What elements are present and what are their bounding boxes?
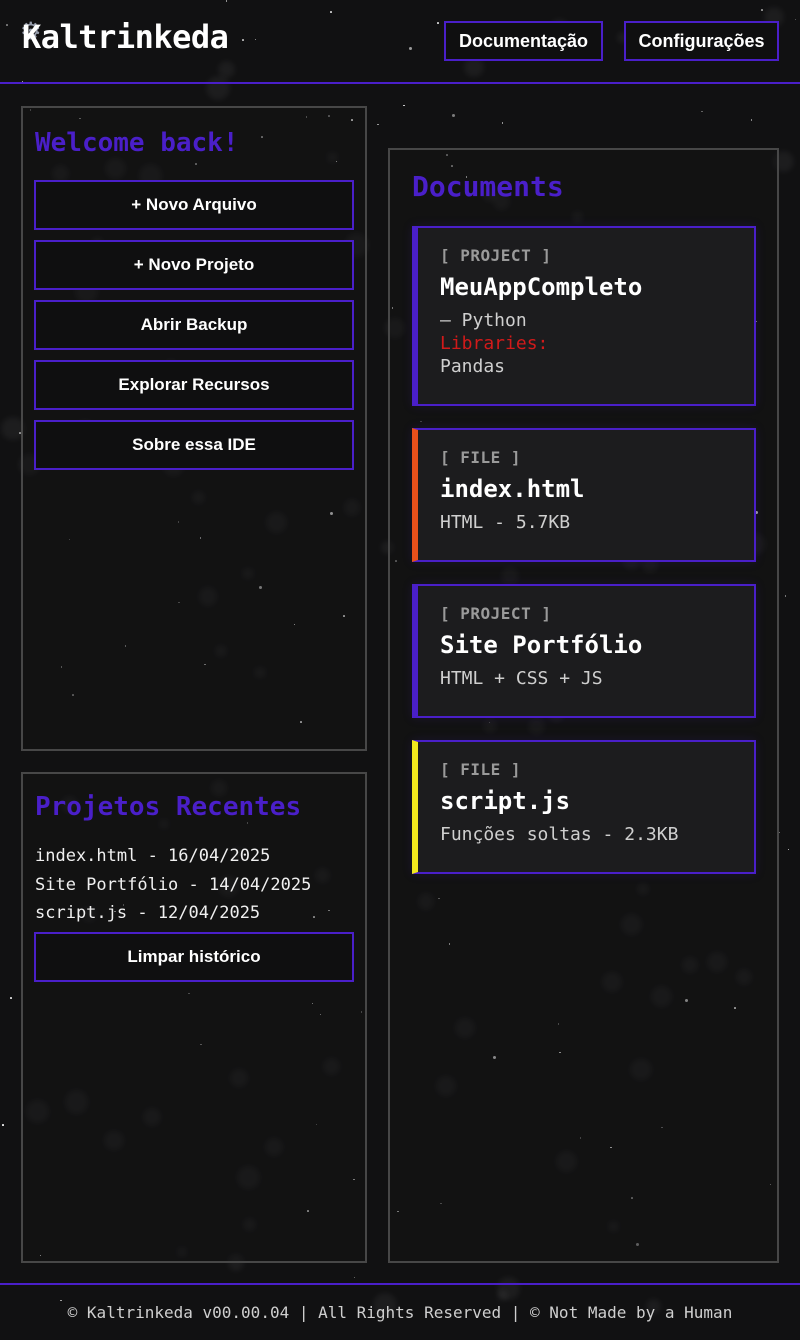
star-dot	[403, 104, 405, 107]
documentation-button[interactable]: Documentação	[444, 21, 603, 61]
settings-button[interactable]: Configurações	[624, 21, 779, 61]
card-type-tag: [ PROJECT ]	[440, 246, 552, 265]
document-card-meuappcompleto[interactable]: [ PROJECT ] MeuAppCompleto — Python Libr…	[412, 226, 756, 406]
star-dot	[701, 110, 703, 113]
star-dot	[2, 1124, 4, 1126]
app-title: Kaltrinkeda	[22, 18, 229, 56]
documents-title: Documents	[412, 170, 564, 203]
star-dot	[10, 997, 12, 999]
card-title: index.html	[440, 475, 585, 503]
star-dot	[452, 113, 456, 117]
recent-projects-panel: Projetos Recentes index.html - 16/04/202…	[21, 772, 367, 1263]
star-dot	[377, 123, 379, 126]
star-dot	[353, 1276, 356, 1279]
document-card-index-html[interactable]: [ FILE ] index.html HTML - 5.7KB	[412, 428, 756, 562]
card-libraries: Pandas	[440, 356, 506, 377]
recent-project-item[interactable]: script.js - 12/04/2025	[35, 899, 311, 928]
welcome-title: Welcome back!	[35, 128, 239, 158]
card-description: — Python Libraries: Pandas	[440, 309, 754, 378]
documents-panel: Documents [ PROJECT ] MeuAppCompleto — P…	[388, 148, 779, 1263]
new-project-button[interactable]: + Novo Projeto	[34, 240, 354, 290]
star-dot	[778, 831, 781, 834]
card-type-tag: [ FILE ]	[440, 760, 522, 779]
welcome-panel: Welcome back! + Novo Arquivo + Novo Proj…	[21, 106, 367, 751]
about-ide-button[interactable]: Sobre essa IDE	[34, 420, 354, 470]
card-title: script.js	[440, 787, 571, 815]
star-dot	[784, 595, 787, 597]
new-file-button[interactable]: + Novo Arquivo	[34, 180, 354, 230]
card-title: Site Portfólio	[440, 631, 643, 659]
explore-resources-button[interactable]: Explorar Recursos	[34, 360, 354, 410]
star-dot	[501, 122, 504, 124]
card-language: — Python	[440, 310, 527, 331]
card-type-tag: [ FILE ]	[440, 448, 522, 467]
app-root: ⚙ Kaltrinkeda Documentação Configurações…	[0, 0, 800, 1340]
card-description: Funções soltas - 2.3KB	[440, 824, 679, 845]
card-type-tag: [ PROJECT ]	[440, 604, 552, 623]
star-dot	[787, 848, 790, 851]
card-title: MeuAppCompleto	[440, 273, 643, 301]
top-header: ⚙ Kaltrinkeda Documentação Configurações	[0, 0, 800, 84]
recent-projects-list: index.html - 16/04/2025 Site Portfólio -…	[35, 842, 311, 928]
recent-project-item[interactable]: index.html - 16/04/2025	[35, 842, 311, 871]
card-description: HTML - 5.7KB	[440, 512, 571, 533]
recent-project-item[interactable]: Site Portfólio - 14/04/2025	[35, 871, 311, 900]
card-description: HTML + CSS + JS	[440, 668, 603, 689]
document-card-script-js[interactable]: [ FILE ] script.js Funções soltas - 2.3K…	[412, 740, 756, 874]
document-card-site-portfolio[interactable]: [ PROJECT ] Site Portfólio HTML + CSS + …	[412, 584, 756, 718]
open-backup-button[interactable]: Abrir Backup	[34, 300, 354, 350]
clear-history-button[interactable]: Limpar histórico	[34, 932, 354, 982]
recent-projects-title: Projetos Recentes	[35, 792, 302, 822]
star-dot	[750, 119, 753, 121]
card-libraries-label: Libraries:	[440, 333, 549, 354]
footer: © Kaltrinkeda v00.00.04 | All Rights Res…	[0, 1283, 800, 1340]
quick-actions: + Novo Arquivo + Novo Projeto Abrir Back…	[34, 180, 354, 480]
footer-copyright: © Kaltrinkeda v00.00.04 | All Rights Res…	[67, 1303, 733, 1322]
